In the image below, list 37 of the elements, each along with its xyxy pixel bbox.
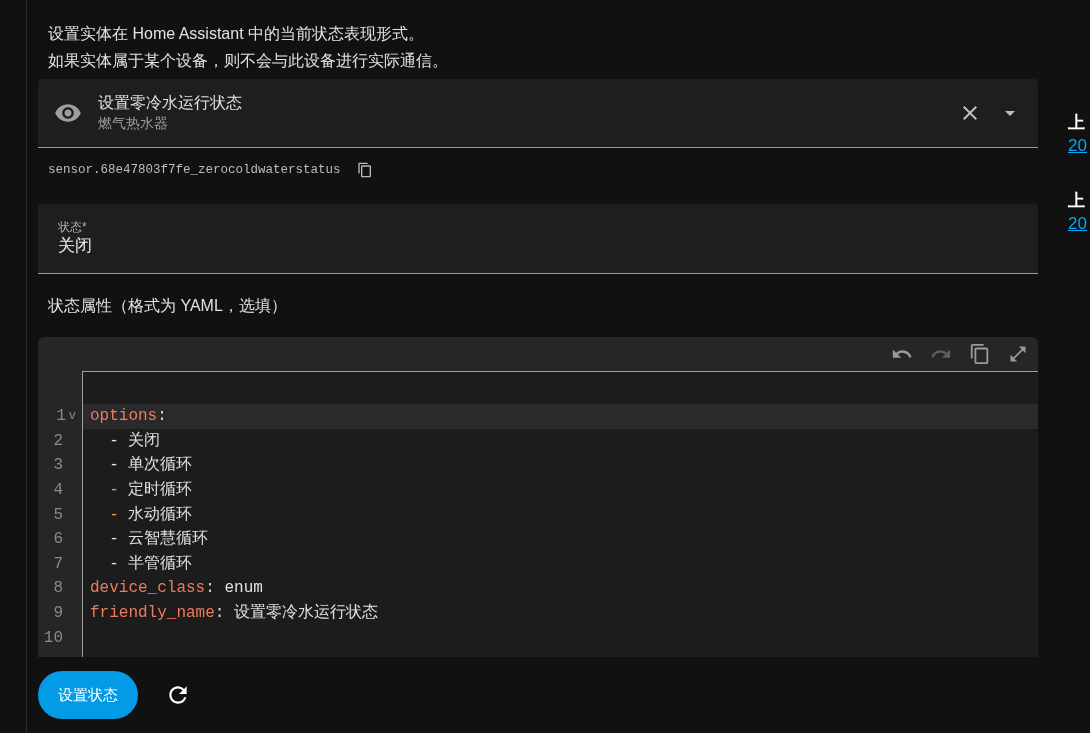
code-line: - 水动循环 [108,504,193,526]
side-heading: 上 [1068,112,1086,134]
description-text: 如果实体属于某个设备，则不会与此设备进行实际通信。 [48,51,449,71]
line-number: 8 [53,578,63,600]
code-line: - 定时循环 [108,480,193,502]
code-line: - 关闭 [108,430,161,452]
entity-title: 设置零冷水运行状态 [98,93,243,113]
entity-id: sensor.68e47803f7fe_zerocoldwaterstatus [48,161,341,179]
line-number: 5 [53,504,63,526]
copy-icon[interactable] [969,343,991,365]
code-line: friendly_name: 设置零冷水运行状态 [90,602,379,625]
attributes-label: 状态属性（格式为 YAML，选填） [48,295,287,316]
date-link[interactable]: 20 [1068,212,1087,236]
code-line: - 单次循环 [108,455,193,477]
entity-picker[interactable]: 设置零冷水运行状态 燃气热水器 [38,79,1038,148]
state-label: 状态* [58,220,88,235]
state-value: 关闭 [58,235,93,257]
code-line: device_class: enum [90,578,263,600]
line-number: 3 [53,455,63,477]
line-number: 6 [53,529,63,551]
code-line: - 半管循环 [108,553,193,575]
date-link[interactable]: 20 [1068,134,1087,158]
line-number: 4 [53,480,63,502]
code-line: - 云智慧循环 [108,528,209,551]
description-text: 设置实体在 Home Assistant 中的当前状态表现形式。 [48,24,426,44]
line-number: 2 [53,430,63,452]
expand-icon[interactable] [1008,344,1028,364]
line-number: 10 [43,627,63,649]
line-number: 1 [56,406,66,428]
copy-icon[interactable] [356,162,373,178]
fold-toggle[interactable]: v [68,407,76,426]
side-heading: 上 [1068,190,1086,212]
code-line: options: [90,406,167,428]
state-field[interactable]: 状态* 关闭 [38,204,1038,274]
entity-subtitle: 燃气热水器 [98,114,169,133]
line-number: 7 [53,553,63,575]
line-number: 9 [53,603,63,625]
